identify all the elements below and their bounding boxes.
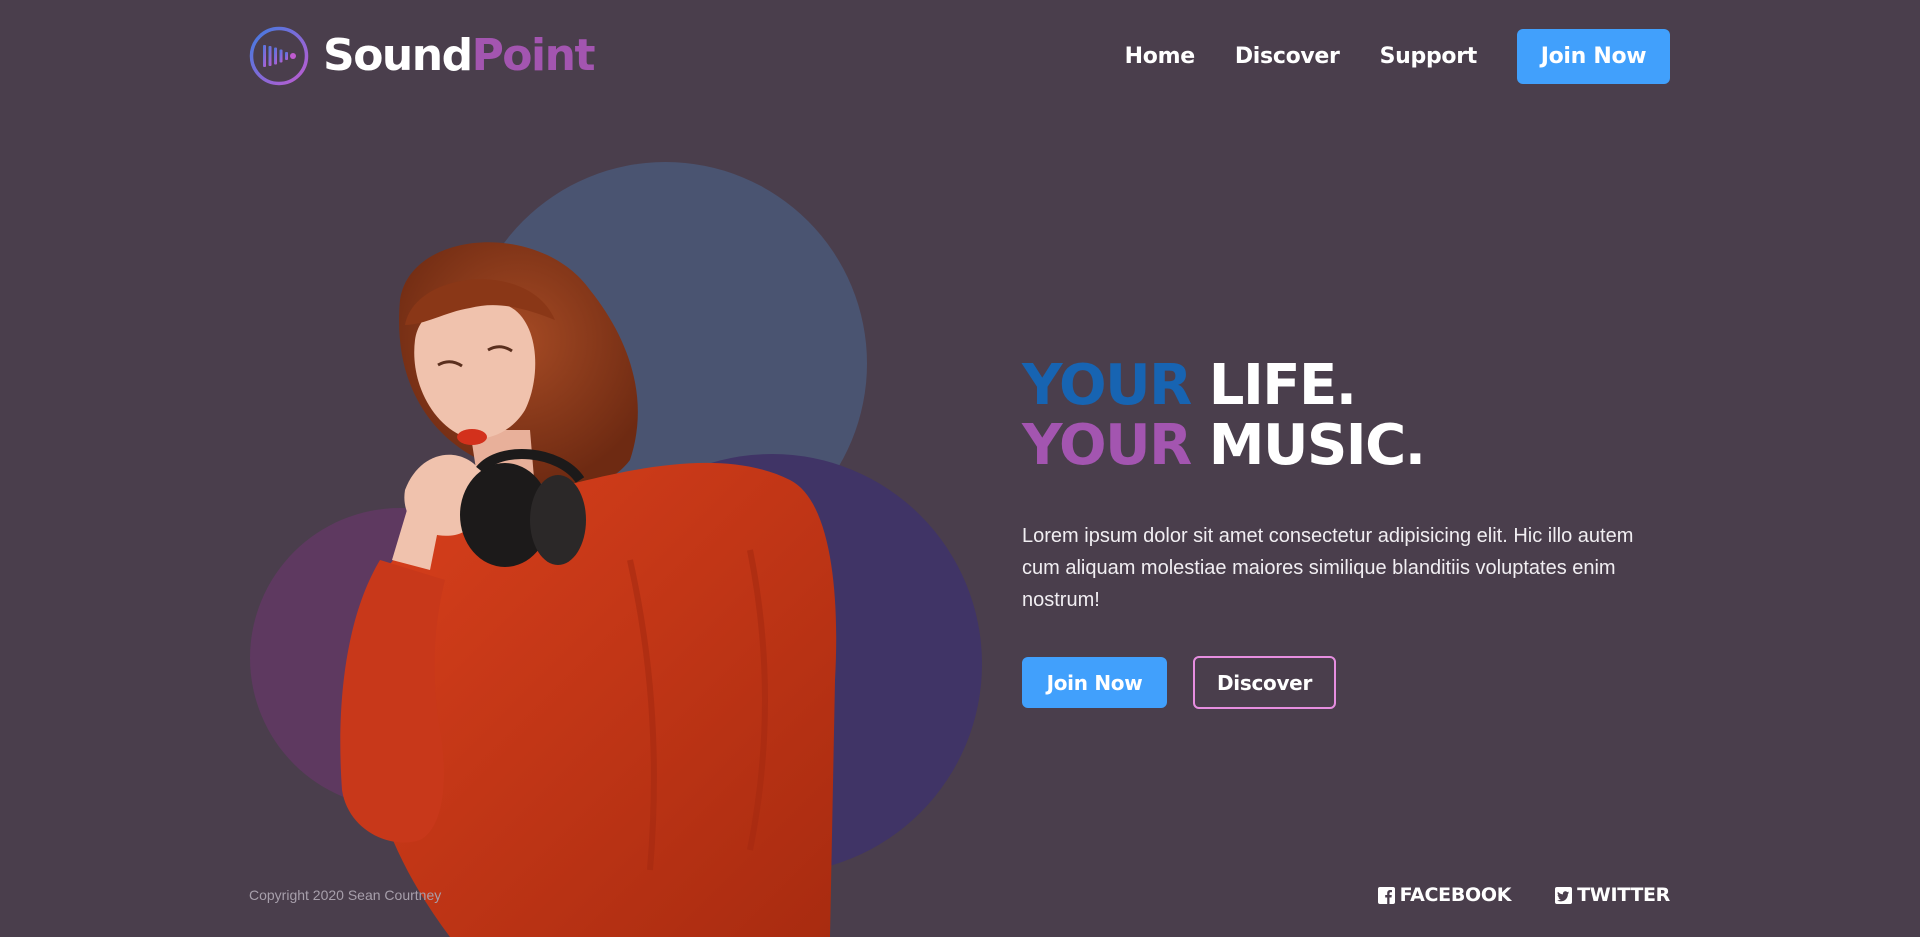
brand-name-part2: Point <box>471 30 596 81</box>
twitter-icon <box>1555 886 1573 904</box>
brand-name: SoundPoint <box>323 26 596 86</box>
copyright-text: Copyright 2020 Sean Courtney <box>249 887 442 903</box>
nav-support-link[interactable]: Support <box>1380 44 1478 69</box>
hero-headline-line2-rest: MUSIC. <box>1208 413 1426 478</box>
hero-photo <box>340 242 837 937</box>
hero-headline-line2: YOUR MUSIC. <box>1022 413 1426 478</box>
hero-headline-line2-accent: YOUR <box>1022 413 1192 478</box>
hero-description: Lorem ipsum dolor sit amet consectetur a… <box>1022 525 1634 611</box>
hero-headline-line1-accent: YOUR <box>1022 353 1192 418</box>
hero-headline-line1: YOUR LIFE. <box>1022 356 1425 416</box>
hero-headline-line1-rest: LIFE. <box>1208 353 1357 418</box>
twitter-label: TWITTER <box>1577 884 1670 906</box>
brand-name-part1: Sound <box>323 30 473 81</box>
nav-home-link[interactable]: Home <box>1125 44 1195 69</box>
hero-cta-row: Join Now Discover <box>1022 656 1336 709</box>
facebook-label: FACEBOOK <box>1399 884 1512 906</box>
facebook-icon <box>1377 886 1395 904</box>
hero-join-button[interactable]: Join Now <box>1022 657 1167 708</box>
soundwave-logo-icon <box>249 26 309 86</box>
nav-join-button[interactable]: Join Now <box>1517 29 1670 84</box>
twitter-link[interactable]: TWITTER <box>1555 884 1670 906</box>
brand-logo[interactable]: SoundPoint <box>249 26 596 86</box>
facebook-link[interactable]: FACEBOOK <box>1377 884 1512 906</box>
main-nav: Home Discover Support Join Now <box>1125 29 1670 84</box>
hero-headline: YOUR LIFE. YOUR MUSIC. <box>1022 356 1426 478</box>
hero-discover-button[interactable]: Discover <box>1193 656 1336 709</box>
nav-discover-link[interactable]: Discover <box>1235 44 1340 69</box>
social-links: FACEBOOK TWITTER <box>1377 884 1670 906</box>
